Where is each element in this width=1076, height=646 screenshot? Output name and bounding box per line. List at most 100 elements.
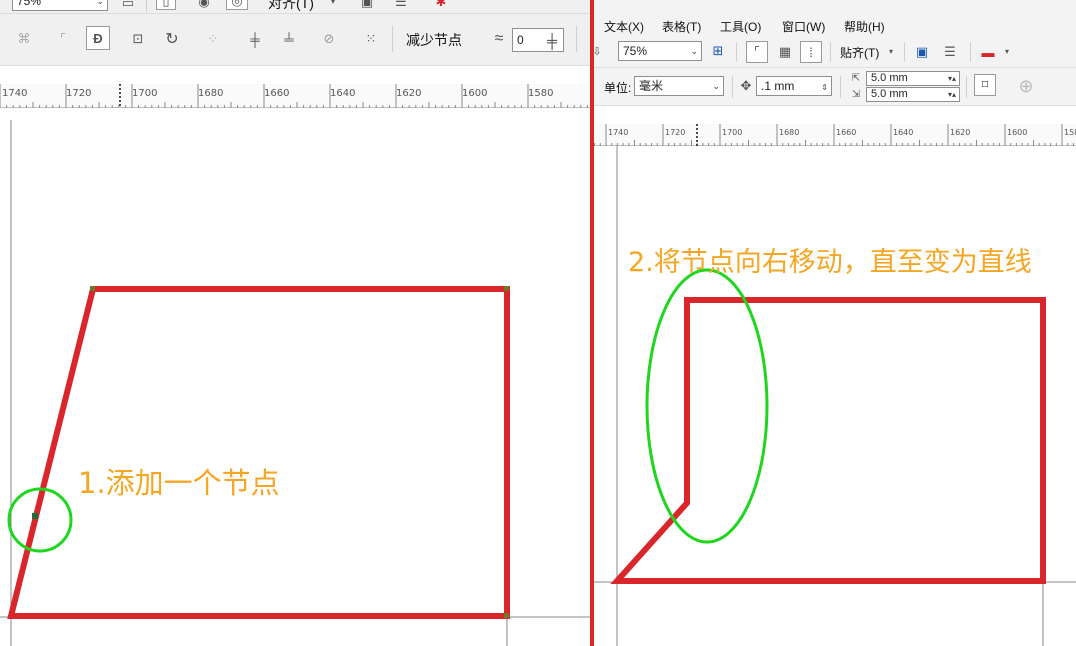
- treat-as-filled-icon[interactable]: ⌑: [974, 74, 996, 96]
- select-all-nodes-icon[interactable]: ⁙: [360, 28, 382, 50]
- eye-icon[interactable]: ◉: [194, 0, 214, 10]
- ruler-tick-label: 1580: [528, 88, 554, 99]
- ruler-tick-label: 158: [1064, 128, 1076, 137]
- menu-tools[interactable]: 工具(O): [720, 18, 761, 35]
- menu-help[interactable]: 帮助(H): [844, 18, 885, 35]
- zoom-value: 75%: [17, 0, 42, 8]
- to-curve-icon[interactable]: Ð: [86, 26, 110, 50]
- annotation-move-node: 2.将节点向右移动，直至变为直线: [628, 247, 1032, 278]
- zoom-select[interactable]: 75% ⌄: [12, 0, 108, 11]
- nudge-value: .1 mm: [761, 79, 795, 93]
- full-screen-icon[interactable]: ⊞: [708, 42, 728, 60]
- chevron-down-icon: ⌄: [712, 81, 720, 91]
- show-rulers-icon[interactable]: ⌜: [746, 41, 768, 63]
- options-icon[interactable]: ▣: [358, 0, 376, 10]
- spinner-icon[interactable]: ╪: [547, 30, 557, 52]
- smoothness-icon: ≈: [494, 30, 504, 47]
- duplicate-y-input[interactable]: 5.0 mm ▾▴: [866, 87, 960, 102]
- break-curve-icon[interactable]: ⌘: [12, 28, 36, 50]
- import-icon[interactable]: ⇩: [594, 42, 604, 60]
- spinner-icon[interactable]: ⇕: [821, 79, 828, 97]
- corner-node: [504, 613, 509, 618]
- smoothness-spinbox[interactable]: 0 ╪: [512, 28, 564, 52]
- right-drawing-canvas[interactable]: 2.将节点向右移动，直至变为直线: [594, 146, 1076, 646]
- launch-icon[interactable]: ▬: [978, 42, 998, 62]
- right-drawing: [594, 146, 1076, 646]
- left-screenshot-panel: 75% ⌄ ▭ ▯ ◉ ◎ 对齐(T) ▾ ▣ ☰ ✱ ⌘ ⌜ Ð ⊡ ↻ ⁘ …: [0, 0, 590, 646]
- align-menu-label[interactable]: 对齐(T): [268, 0, 314, 13]
- menu-text[interactable]: 文本(X): [604, 18, 644, 35]
- align-vertical-icon[interactable]: ╧: [278, 28, 300, 50]
- ruler-tick-label: 1700: [132, 88, 158, 99]
- left-horizontal-ruler[interactable]: 1740 1720 1700 1680 1660 1640 1620 1600 …: [0, 84, 590, 108]
- ruler-tick-label: 1740: [2, 88, 28, 99]
- left-drawing: [0, 120, 590, 646]
- extend-curve-icon[interactable]: ⊡: [126, 28, 150, 50]
- trapezoid-shape: [7, 286, 510, 619]
- ruler-tick-label: 1720: [665, 128, 686, 137]
- duplicate-x-value: 5.0 mm: [871, 72, 908, 84]
- ruler-tick-label: 1720: [66, 88, 92, 99]
- show-grid-icon[interactable]: ▦: [774, 41, 796, 63]
- unit-label: 单位:: [604, 81, 632, 95]
- menu-bar: 文本(X) 表格(T) 工具(O) 窗口(W) 帮助(H): [594, 0, 1076, 36]
- duplicate-x-icon: ⇱: [851, 72, 861, 84]
- duplicate-x-input[interactable]: 5.0 mm ▾▴: [866, 71, 960, 86]
- spinner-icon[interactable]: ▾▴: [948, 88, 956, 101]
- corner-node: [504, 286, 509, 291]
- annotation-add-node: 1.添加一个节点: [78, 466, 280, 500]
- ruler-tick-label: 1660: [836, 128, 857, 137]
- add-icon[interactable]: ⊕: [1014, 74, 1038, 98]
- nudge-icon: ✥: [740, 78, 752, 93]
- list-icon[interactable]: ☰: [940, 42, 960, 62]
- ruler-tick-label: 1740: [608, 128, 629, 137]
- menu-table[interactable]: 表格(T): [662, 18, 701, 35]
- zoom-select[interactable]: 75% ⌄: [618, 41, 702, 61]
- ruler-tick-label: 1680: [198, 88, 224, 99]
- ruler-tick-label: 1620: [396, 88, 422, 99]
- ruler-tick-label: 1660: [264, 88, 290, 99]
- corner-node: [90, 286, 95, 291]
- join-nodes-icon[interactable]: ⌜: [52, 28, 74, 50]
- modified-shape: [610, 297, 1046, 584]
- show-guidelines-icon[interactable]: ⁞: [800, 41, 822, 63]
- menu-window[interactable]: 窗口(W): [782, 18, 825, 35]
- page-icon[interactable]: ▯: [156, 0, 176, 10]
- ruler-tick-label: 1620: [950, 128, 971, 137]
- reflect-nodes-icon[interactable]: ⁘: [202, 28, 224, 50]
- chevron-down-icon: ⌄: [96, 0, 104, 6]
- spinner-icon[interactable]: ▾▴: [948, 72, 956, 85]
- snap-dropdown-icon[interactable]: ▾: [886, 46, 896, 56]
- right-horizontal-ruler[interactable]: 1740 1720 1700 1680 1660 1640 1620 1600 …: [594, 124, 1076, 146]
- launch-dropdown-icon[interactable]: ▾: [1002, 46, 1012, 56]
- nudge-distance-input[interactable]: .1 mm ⇕: [756, 76, 832, 96]
- node-edit-toolbar: ⌘ ⌜ Ð ⊡ ↻ ⁘ ╪ ╧ ⊘ ⁙ 减少节点 ≈ 0 ╪: [0, 14, 590, 66]
- left-top-toolbar: 75% ⌄ ▭ ▯ ◉ ◎ 对齐(T) ▾ ▣ ☰ ✱: [0, 0, 590, 14]
- list-icon[interactable]: ☰: [392, 0, 410, 10]
- view-icon[interactable]: ▭: [118, 0, 138, 11]
- left-drawing-canvas[interactable]: 1.添加一个节点: [0, 108, 590, 646]
- rotate-node-icon[interactable]: ↻: [160, 28, 184, 50]
- chevron-down-icon: ⌄: [690, 46, 698, 56]
- options-icon[interactable]: ▣: [912, 42, 932, 62]
- unit-value: 毫米: [639, 79, 664, 93]
- right-screenshot-panel: 文本(X) 表格(T) 工具(O) 窗口(W) 帮助(H) ⇩ 75% ⌄ ⊞ …: [594, 0, 1076, 646]
- zoom-value: 75%: [623, 44, 648, 58]
- eye-outline-icon[interactable]: ◎: [226, 0, 248, 10]
- snap-to-button[interactable]: 贴齐(T): [840, 44, 879, 61]
- ruler-tick-label: 1640: [330, 88, 356, 99]
- unit-select[interactable]: 毫米 ⌄: [634, 76, 724, 96]
- align-horizontal-icon[interactable]: ╪: [244, 28, 266, 50]
- reduce-nodes-button[interactable]: 减少节点: [406, 30, 462, 50]
- standard-toolbar: ⇩ 75% ⌄ ⊞ ⌜ ▦ ⁞ 贴齐(T) ▾ ▣ ☰ ▬ ▾: [594, 36, 1076, 68]
- align-dropdown-icon[interactable]: ▾: [328, 0, 338, 6]
- ruler-tick-label: 1680: [779, 128, 800, 137]
- ruler-tick-label: 1640: [893, 128, 914, 137]
- elastic-mode-icon[interactable]: ⊘: [318, 28, 340, 50]
- straight-edge-highlight: [645, 268, 769, 544]
- duplicate-y-icon: ⇲: [851, 88, 861, 100]
- added-node: [32, 513, 38, 519]
- launch-icon[interactable]: ✱: [432, 0, 450, 10]
- smoothness-value: 0: [517, 33, 524, 47]
- ruler-tick-label: 1600: [1007, 128, 1028, 137]
